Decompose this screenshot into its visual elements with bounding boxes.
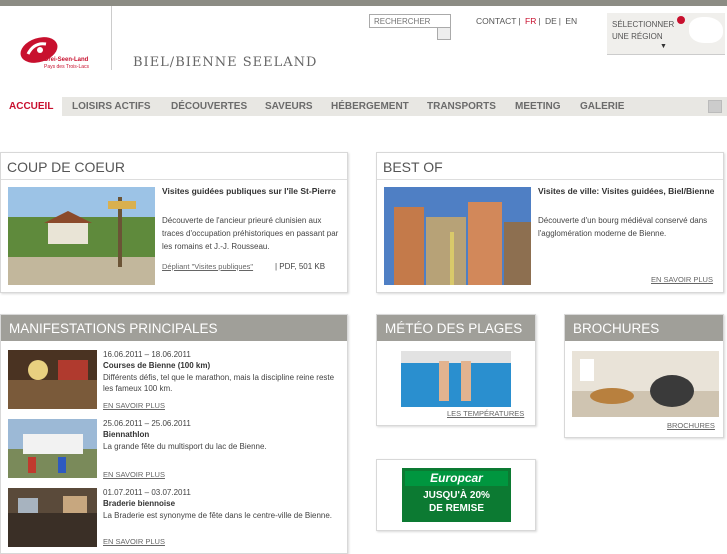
region-label-line2: UNE RÉGION: [612, 32, 663, 41]
best-of-title[interactable]: Visites de ville: Visites guidées, Biel/…: [538, 185, 718, 198]
event-date: 01.07.2011 – 03.07.2011: [103, 488, 191, 497]
top-bar: [0, 0, 727, 6]
ile-st-pierre-photo: [8, 187, 155, 285]
separator: |: [558, 16, 562, 26]
meteo-panel: MÉTÉO DES PLAGES LES TEMPÉRATURES: [376, 314, 536, 426]
contact-link[interactable]: CONTACT: [476, 16, 516, 26]
event-desc: Différents défis, tel que le marathon, m…: [103, 373, 335, 393]
temperatures-link[interactable]: LES TEMPÉRATURES: [447, 409, 524, 418]
top-links: CONTACT | FR | DE | EN: [476, 16, 579, 26]
brochures-heading: BROCHURES: [565, 315, 723, 341]
event-title[interactable]: Courses de Bienne (100 km): [103, 361, 210, 370]
event-photo-biennathlon: [8, 419, 97, 478]
brochures-panel: BROCHURES BROCHURES: [564, 314, 724, 438]
europcar-ad[interactable]: Europcar JUSQU'À 20% DE REMISE: [402, 468, 511, 522]
main-nav: ACCUEIL LOISIRS ACTIFS DÉCOUVERTES SAVEU…: [0, 97, 727, 116]
nav-item-saveurs[interactable]: SAVEURS: [256, 97, 322, 116]
event-desc: La grande fête du multisport du lac de B…: [103, 442, 267, 451]
nav-item-accueil[interactable]: ACCUEIL: [0, 97, 63, 116]
nav-item-meeting[interactable]: MEETING: [506, 97, 570, 116]
event-desc: La Braderie est synonyme de fête dans le…: [103, 511, 333, 520]
site-title: BIEL/BIENNE SEELAND: [133, 55, 318, 70]
separator: |: [538, 16, 541, 26]
event-photo-braderie: [8, 488, 97, 547]
search-input[interactable]: [369, 14, 451, 28]
nav-item-loisirs[interactable]: LOISIRS ACTIFS: [63, 97, 160, 116]
file-info: | PDF, 501 KB: [275, 262, 326, 271]
event-more-link[interactable]: EN SAVOIR PLUS: [103, 401, 165, 410]
switzerland-map-icon: [689, 17, 723, 43]
best-of-text: Découverte d'un bourg médiéval conservé …: [538, 216, 708, 238]
best-of-panel: BEST OF Visites de ville: Visites guidée…: [376, 152, 724, 293]
lang-fr-link[interactable]: FR: [525, 16, 536, 26]
lang-en-link[interactable]: EN: [565, 16, 577, 26]
manifestations-heading: MANIFESTATIONS PRINCIPALES: [1, 315, 347, 341]
logo-text-fr: Pays des Trois-Lacs: [44, 64, 90, 70]
event-date: 16.06.2011 – 18.06.2011: [103, 350, 191, 359]
nav-item-transports[interactable]: TRANSPORTS: [418, 97, 505, 116]
depliant-link[interactable]: Dépliant "Visites publiques": [162, 262, 253, 271]
coup-de-coeur-title[interactable]: Visites guidées publiques sur l'île St-P…: [162, 185, 342, 198]
event-photo-courses: [8, 350, 97, 409]
region-marker-icon: [677, 16, 685, 24]
event-more-link[interactable]: EN SAVOIR PLUS: [103, 470, 165, 479]
region-label-line1: SÉLECTIONNER: [612, 20, 675, 29]
search-button[interactable]: [437, 27, 451, 40]
manifestations-panel: MANIFESTATIONS PRINCIPALES 16.06.2011 – …: [0, 314, 348, 554]
meteo-heading: MÉTÉO DES PLAGES: [377, 315, 535, 341]
breakfast-photo: [572, 351, 719, 417]
coup-de-coeur-text: Découverte de l'ancieur prieuré clunisie…: [162, 216, 339, 251]
region-selector[interactable]: SÉLECTIONNER UNE RÉGION ▼: [607, 13, 725, 55]
event-title[interactable]: Biennathlon: [103, 430, 149, 439]
brochures-link[interactable]: BROCHURES: [667, 421, 715, 430]
event-date: 25.06.2011 – 25.06.2011: [103, 419, 191, 428]
coup-de-coeur-panel: COUP DE COEUR Visites guidées publiques …: [0, 152, 348, 293]
pool-photo: [401, 351, 511, 407]
nav-item-hebergement[interactable]: HÉBERGEMENT: [322, 97, 418, 116]
nav-item-decouvertes[interactable]: DÉCOUVERTES: [162, 97, 256, 116]
nav-toggle-button[interactable]: [708, 100, 722, 113]
nav-item-galerie[interactable]: GALERIE: [571, 97, 633, 116]
event-title[interactable]: Braderie biennoise: [103, 499, 175, 508]
chevron-down-icon: ▼: [660, 43, 667, 50]
best-of-more-link[interactable]: EN SAVOIR PLUS: [651, 275, 713, 284]
coup-de-coeur-heading: COUP DE COEUR: [1, 153, 347, 180]
ad-offer-line1: JUSQU'À 20%: [423, 490, 490, 501]
lang-de-link[interactable]: DE: [545, 16, 557, 26]
header-divider: [111, 6, 112, 70]
best-of-heading: BEST OF: [377, 153, 723, 180]
separator: |: [518, 16, 521, 26]
biel-old-town-photo: [384, 187, 531, 285]
ad-offer-line2: DE REMISE: [428, 503, 484, 514]
logo-text-de: Drei-Seen-Land: [44, 57, 89, 63]
europcar-logo: Europcar: [405, 471, 508, 486]
region-label: SÉLECTIONNER UNE RÉGION: [612, 19, 674, 43]
